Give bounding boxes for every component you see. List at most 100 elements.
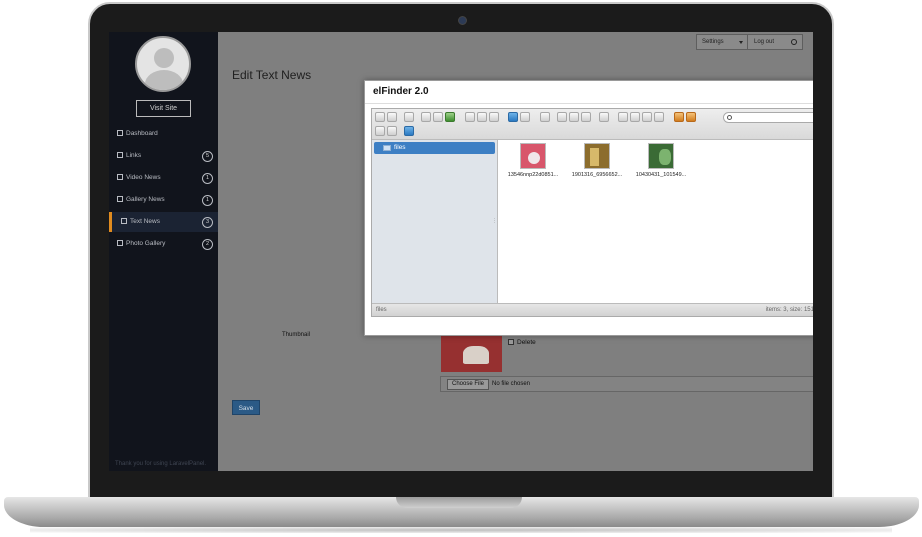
sidebar-footer: Thank you for using LaravelPanel. <box>115 461 207 467</box>
sidebar-item-label: Video News <box>126 174 161 181</box>
laptop-shadow <box>30 527 892 533</box>
edit-icon <box>117 196 123 202</box>
thumbnail-image <box>441 334 502 372</box>
screen: Visit Site Dashboard Links 5 Video News … <box>109 32 813 471</box>
paste-icon[interactable] <box>581 112 591 122</box>
count-badge: 5 <box>202 151 213 162</box>
reload-icon[interactable] <box>421 112 431 122</box>
upload-icon[interactable] <box>489 112 499 122</box>
file-status: No file chosen <box>492 381 531 387</box>
camera-icon <box>458 16 467 25</box>
tree-item-files[interactable]: files <box>374 142 495 154</box>
archive-icon[interactable] <box>686 112 696 122</box>
resize-icon[interactable] <box>654 112 664 122</box>
logout-button[interactable]: Log out <box>748 34 803 50</box>
sidebar-item-label: Photo Gallery <box>126 240 166 247</box>
delete-label: Delete <box>517 339 536 346</box>
sidebar: Visit Site Dashboard Links 5 Video News … <box>109 32 218 471</box>
sidebar-item-dashboard[interactable]: Dashboard <box>109 124 218 144</box>
main-content: Settings Log out Edit Text News Thumbnai… <box>218 32 813 471</box>
extract-icon[interactable] <box>674 112 684 122</box>
new-folder-icon[interactable] <box>465 112 475 122</box>
sidebar-item-links[interactable]: Links 5 <box>109 146 218 166</box>
count-badge: 2 <box>202 239 213 250</box>
search-input[interactable]: × <box>723 112 813 123</box>
home-icon[interactable] <box>404 112 414 122</box>
open-icon[interactable] <box>433 112 443 122</box>
cut-icon[interactable] <box>569 112 579 122</box>
dialog-title: elFinder 2.0 <box>373 86 429 97</box>
file-item[interactable]: 1901316_6956652... <box>566 140 628 180</box>
settings-label: Settings <box>702 39 724 45</box>
thumbnail-subject <box>463 346 489 364</box>
rename-icon[interactable] <box>630 112 640 122</box>
save-button[interactable]: Save <box>232 400 260 415</box>
copy-icon[interactable] <box>557 112 567 122</box>
help-icon[interactable] <box>404 126 414 136</box>
dashboard-icon <box>117 130 123 136</box>
sidebar-item-label: Dashboard <box>126 130 158 137</box>
info-icon[interactable] <box>508 112 518 122</box>
edit-icon <box>117 152 123 158</box>
count-badge: 1 <box>202 173 213 184</box>
visit-site-button[interactable]: Visit Site <box>136 100 191 117</box>
edit-file-icon[interactable] <box>642 112 652 122</box>
file-thumbnail <box>584 143 610 169</box>
search-icon <box>727 115 732 120</box>
save-icon[interactable] <box>445 112 455 122</box>
laptop-notch <box>396 497 522 508</box>
avatar <box>135 36 191 92</box>
edit-icon <box>117 240 123 246</box>
logout-label: Log out <box>754 39 775 45</box>
file-item[interactable]: 10430431_101549... <box>630 140 692 180</box>
sidebar-item-label: Gallery News <box>126 196 165 203</box>
edit-icon <box>117 174 123 180</box>
sidebar-item-label: Links <box>126 152 142 159</box>
sidebar-item-video-news[interactable]: Video News 1 <box>109 168 218 188</box>
sidebar-item-photo-gallery[interactable]: Photo Gallery 2 <box>109 234 218 254</box>
status-bar: files items: 3, size: 151 Kb <box>372 303 813 316</box>
delete-checkbox[interactable] <box>508 339 514 345</box>
top-controls: Settings Log out <box>696 34 803 50</box>
back-icon[interactable] <box>375 112 385 122</box>
elfinder: × files ⋮ 13546nnp22d0851... <box>371 108 813 317</box>
file-name: 10430431_101549... <box>635 172 687 178</box>
folder-tree: files ⋮ <box>372 140 498 303</box>
elfinder-toolbar: × <box>372 109 813 140</box>
thumbnail-label: Thumbnail <box>282 332 311 338</box>
tree-item-label: files <box>394 144 406 151</box>
avatar-head <box>154 48 174 68</box>
edit-icon <box>121 218 127 224</box>
preview-icon[interactable] <box>540 112 550 122</box>
file-item[interactable]: 13546nnp22d0851... <box>502 140 564 180</box>
resize-handle[interactable]: ⋮ <box>492 218 497 224</box>
file-thumbnail <box>520 143 546 169</box>
file-thumbnail <box>648 143 674 169</box>
sort-icon[interactable] <box>387 126 397 136</box>
sidebar-item-gallery-news[interactable]: Gallery News 1 <box>109 190 218 210</box>
file-name: 1901316_6956652... <box>571 172 623 178</box>
file-name: 13546nnp22d0851... <box>507 172 559 178</box>
settings-dropdown[interactable]: Settings <box>696 34 748 50</box>
avatar-body <box>145 70 183 90</box>
new-file-icon[interactable] <box>477 112 487 122</box>
view-icon[interactable] <box>375 126 385 136</box>
duplicate-icon[interactable] <box>618 112 628 122</box>
page-title: Edit Text News <box>232 68 312 82</box>
file-input: Choose File No file chosen <box>440 376 813 392</box>
sidebar-item-label: Text News <box>130 218 160 225</box>
forward-icon[interactable] <box>387 112 397 122</box>
power-icon <box>791 39 797 45</box>
sidebar-item-text-news[interactable]: Text News 3 <box>109 212 218 232</box>
dialog-divider <box>365 103 813 104</box>
count-badge: 3 <box>202 217 213 228</box>
choose-file-button[interactable]: Choose File <box>447 379 490 390</box>
quicklook-icon[interactable] <box>520 112 530 122</box>
delete-icon[interactable] <box>599 112 609 122</box>
folder-icon <box>383 145 391 151</box>
elfinder-dialog: elFinder 2.0 × <box>364 80 813 336</box>
file-grid: 13546nnp22d0851... 1901316_6956652... 10… <box>499 140 813 303</box>
status-info: items: 3, size: 151 Kb <box>765 307 813 313</box>
delete-checkbox-wrap[interactable]: Delete <box>508 339 536 346</box>
status-path: files <box>376 307 387 313</box>
